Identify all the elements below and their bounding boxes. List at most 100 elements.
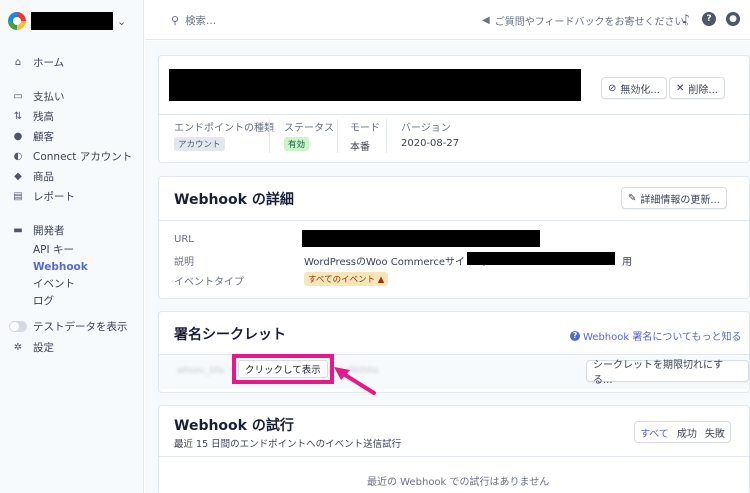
customers-icon: ●	[13, 130, 23, 142]
help-icon[interactable]: ?	[702, 12, 716, 26]
disable-label: 無効化...	[620, 84, 660, 96]
reveal-secret-button[interactable]: クリックして表示	[238, 360, 328, 378]
learn-more-label: Webhook 署名についてもっと知る	[583, 332, 742, 343]
attempts-title: Webhook の試行	[174, 418, 294, 434]
update-details-label: 詳細情報の更新...	[640, 194, 720, 206]
megaphone-icon: ◀	[482, 15, 490, 26]
sidebar-item-label: 設定	[33, 341, 54, 354]
sidebar-item-label: レポート	[33, 190, 75, 203]
divider	[386, 119, 387, 153]
sidebar-item-customers[interactable]: ● 顧客	[12, 128, 54, 144]
sidebar-item-developers[interactable]: ▬ 開発者	[12, 222, 65, 238]
details-title: Webhook の詳細	[174, 192, 294, 208]
chevron-down-icon: ⌄	[117, 14, 127, 28]
reports-icon: ▤	[13, 190, 23, 202]
search-icon: ⚲	[171, 14, 180, 27]
filter-success[interactable]: 成功	[677, 425, 697, 440]
sidebar-subitem-webhook[interactable]: Webhook	[33, 260, 88, 274]
sidebar-item-label: 顧客	[33, 130, 54, 143]
sidebar-item-reports[interactable]: ▤ レポート	[12, 188, 75, 204]
expire-secret-button[interactable]: シークレットを期限切れにする...	[586, 360, 749, 386]
update-details-button[interactable]: ✎ 詳細情報の更新...	[621, 187, 727, 209]
filter-fail[interactable]: 失敗	[705, 425, 725, 440]
sidebar-item-connect[interactable]: ◐ Connect アカウント	[12, 148, 133, 164]
close-icon: ✕	[676, 82, 685, 94]
event-type-label: イベントタイプ	[174, 277, 244, 288]
sidebar-subitem-events[interactable]: イベント	[33, 277, 75, 291]
webhook-attempts-card: Webhook の試行 最近 15 日間のエンドポイントへのイベント送信試行 す…	[158, 405, 750, 493]
annotation-arrow	[334, 367, 376, 395]
sidebar-item-label: 残高	[33, 110, 54, 123]
signing-secret-title: 署名シークレット	[174, 327, 286, 343]
delete-button[interactable]: ✕ 削除...	[669, 77, 725, 99]
attempts-empty-message: 最近の Webhook での試行はありません	[367, 477, 550, 488]
topbar: ⚲ 検索... ◀ ご質問やフィードバックをお寄せください。 ♪ ? ●	[145, 0, 750, 40]
expire-secret-label: シークレットを期限切れにする...	[593, 360, 724, 386]
account-logo	[8, 12, 26, 30]
divider	[159, 114, 749, 115]
description-suffix: 用	[622, 257, 632, 268]
test-data-label: テストデータを表示	[33, 320, 128, 333]
divider	[269, 119, 270, 153]
sidebar-item-products[interactable]: ◆ 商品	[12, 168, 54, 184]
developers-icon: ▬	[13, 224, 23, 236]
masked-secret-left: whsec_bfa	[177, 366, 225, 376]
highlight-box: クリックして表示	[232, 354, 334, 384]
signing-secret-card: 署名シークレット ? Webhook 署名についてもっと知る whsec_bfa…	[158, 311, 750, 393]
divider	[159, 220, 749, 221]
bell-icon[interactable]: ♪	[680, 12, 692, 26]
attempts-filter: すべて 成功 失敗	[634, 421, 731, 443]
balance-icon: ⇅	[13, 110, 23, 122]
toggle-switch[interactable]	[9, 320, 27, 332]
sidebar-item-label: 商品	[33, 170, 54, 183]
attempts-subtitle: 最近 15 日間のエンドポイントへのイベント送信試行	[174, 439, 402, 450]
sidebar-subitem-logs[interactable]: ログ	[33, 294, 54, 308]
account-icon[interactable]: ●	[726, 12, 740, 26]
description-prefix: WordPressのWoo Commerceサイト（	[304, 257, 486, 268]
search-placeholder: 検索...	[185, 15, 217, 27]
pencil-icon: ✎	[628, 192, 637, 204]
sidebar-item-label: Connect アカウント	[33, 150, 133, 163]
products-icon: ◆	[14, 170, 22, 182]
help-circle-icon: ?	[570, 330, 580, 341]
description-label: 説明	[174, 257, 194, 268]
topbar-icons: ♪ ? ●	[680, 12, 740, 26]
feedback-link[interactable]: ◀ ご質問やフィードバックをお寄せください。	[482, 13, 695, 28]
sidebar-item-label: ホーム	[33, 56, 65, 69]
mode-value: 本番	[350, 142, 370, 153]
main-content: ⊘ 無効化... ✕ 削除... エンドポイントの種類 アカウント ステータス …	[145, 41, 750, 493]
home-icon: ⌂	[14, 56, 22, 68]
divider	[159, 456, 749, 457]
sidebar-item-label: 開発者	[33, 224, 65, 237]
redacted-account-name	[31, 12, 113, 30]
gear-icon: ✲	[13, 341, 23, 353]
search-input[interactable]: ⚲ 検索...	[171, 13, 216, 28]
url-label: URL	[174, 234, 194, 245]
test-data-toggle[interactable]: テストデータを表示	[9, 318, 128, 334]
sidebar-item-payments[interactable]: ▭ 支払い	[12, 88, 65, 104]
version-label: バージョン	[401, 123, 451, 134]
endpoint-type-badge: アカウント	[174, 137, 225, 151]
disable-icon: ⊘	[608, 82, 617, 94]
divider	[337, 119, 338, 153]
endpoint-card: ⊘ 無効化... ✕ 削除... エンドポイントの種類 アカウント ステータス …	[158, 55, 750, 163]
sidebar-item-balance[interactable]: ⇅ 残高	[12, 108, 54, 124]
payments-icon: ▭	[13, 90, 23, 102]
status-badge: 有効	[284, 137, 310, 151]
warning-icon: ▲	[377, 275, 385, 285]
account-switcher[interactable]: ⌄	[8, 10, 126, 32]
connect-icon: ◐	[13, 150, 23, 162]
event-type-badge: すべてのイベント ▲	[304, 272, 389, 286]
event-type-text: すべてのイベント	[308, 275, 376, 285]
mode-label: モード	[350, 123, 380, 134]
learn-more-link[interactable]: ? Webhook 署名についてもっと知る	[570, 328, 742, 343]
sidebar-item-home[interactable]: ⌂ ホーム	[12, 54, 64, 70]
filter-all[interactable]: すべて	[640, 425, 669, 440]
sidebar-item-settings[interactable]: ✲ 設定	[12, 339, 54, 355]
disable-button[interactable]: ⊘ 無効化...	[601, 77, 667, 99]
sidebar-item-label: 支払い	[33, 90, 65, 103]
secret-row: whsec_bfa ckfa3kthhs クリックして表示 シークレットを期限切…	[159, 354, 749, 389]
feedback-label: ご質問やフィードバックをお寄せください。	[494, 17, 695, 28]
sidebar-subitem-api-keys[interactable]: API キー	[33, 243, 74, 257]
webhook-details-card: Webhook の詳細 ✎ 詳細情報の更新... URL 説明 WordPres…	[158, 176, 750, 299]
